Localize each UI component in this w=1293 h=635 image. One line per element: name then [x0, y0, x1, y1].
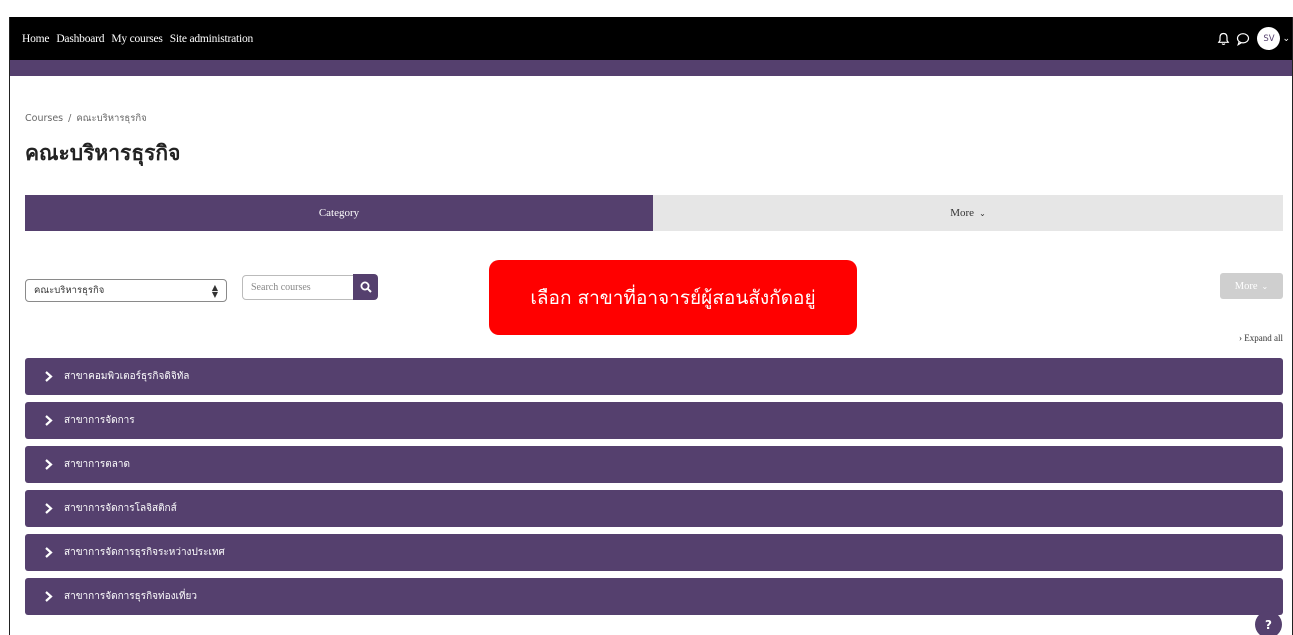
search-button[interactable]: [353, 274, 378, 300]
breadcrumb: Courses / คณะบริหารธุรกิจ: [25, 111, 147, 126]
category-row[interactable]: สาขาการตลาด: [25, 446, 1283, 483]
expand-all-link[interactable]: › Expand all: [1239, 333, 1283, 343]
chat-icon[interactable]: [1235, 31, 1251, 47]
instruction-callout: เลือก สาขาที่อาจารย์ผู้สอนสังกัดอยู่: [489, 260, 857, 335]
category-row[interactable]: สาขาการจัดการโลจิสติกส์: [25, 490, 1283, 527]
bell-icon[interactable]: [1215, 31, 1231, 47]
tab-more[interactable]: More ⌄: [653, 195, 1283, 231]
category-name: สาขาการตลาด: [64, 459, 130, 470]
expand-all-label: Expand all: [1244, 333, 1283, 343]
chevron-down-icon: ⌄: [979, 208, 986, 218]
breadcrumb-current: คณะบริหารธุรกิจ: [76, 113, 147, 124]
tab-more-label: More: [950, 207, 975, 219]
chevron-right-icon: [44, 415, 56, 426]
search-placeholder: Search courses: [251, 282, 311, 293]
avatar[interactable]: SV: [1257, 27, 1281, 50]
category-select[interactable]: คณะบริหารธุรกิจ ▲ ▼: [25, 279, 227, 302]
top-navbar: Home Dashboard My courses Site administr…: [10, 17, 1292, 60]
chevron-right-icon: [44, 591, 56, 602]
chevron-right-icon: [44, 503, 56, 514]
more-button-label: More: [1234, 280, 1258, 292]
user-menu-area: SV ⌄: [1215, 17, 1292, 60]
browser-frame: Home Dashboard My courses Site administr…: [9, 17, 1293, 635]
category-row[interactable]: สาขาการจัดการธุรกิจท่องเที่ยว: [25, 578, 1283, 615]
chevron-down-icon[interactable]: ⌄: [1282, 34, 1290, 44]
category-name: สาขาการจัดการธุรกิจระหว่างประเทศ: [64, 547, 225, 558]
chevron-right-icon: [44, 459, 56, 470]
page-title: คณะบริหารธุรกิจ: [25, 141, 181, 165]
category-row[interactable]: สาขาการจัดการ: [25, 402, 1283, 439]
nav-site-administration[interactable]: Site administration: [170, 33, 254, 45]
breadcrumb-separator: /: [68, 113, 72, 124]
category-name: สาขาการจัดการโลจิสติกส์: [64, 503, 177, 514]
more-button[interactable]: More ⌄: [1220, 273, 1283, 299]
category-name: สาขาคอมพิวเตอร์ธุรกิจดิจิทัล: [64, 371, 190, 382]
category-name: สาขาการจัดการ: [64, 415, 135, 426]
nav-home[interactable]: Home: [22, 33, 50, 45]
category-select-value: คณะบริหารธุรกิจ: [34, 285, 105, 296]
breadcrumb-courses[interactable]: Courses: [25, 113, 63, 124]
category-name: สาขาการจัดการธุรกิจท่องเที่ยว: [64, 591, 197, 602]
search-input[interactable]: Search courses: [242, 275, 354, 300]
header-accent-bar: [10, 60, 1292, 76]
secondary-navigation: Category More ⌄: [25, 195, 1283, 231]
nav-dashboard[interactable]: Dashboard: [56, 33, 104, 45]
select-arrows-icon: ▲ ▼: [211, 283, 218, 299]
chevron-right-icon: [44, 371, 56, 382]
nav-my-courses[interactable]: My courses: [111, 33, 163, 45]
category-row[interactable]: สาขาการจัดการธุรกิจระหว่างประเทศ: [25, 534, 1283, 571]
search-icon: [360, 281, 372, 293]
tab-category-label: Category: [318, 207, 360, 219]
chevron-right-icon: ›: [1239, 333, 1242, 343]
tab-category[interactable]: Category: [25, 195, 653, 231]
chevron-down-icon: ⌄: [1261, 281, 1269, 291]
chevron-right-icon: [44, 547, 56, 558]
category-row[interactable]: สาขาคอมพิวเตอร์ธุรกิจดิจิทัล: [25, 358, 1283, 395]
help-button[interactable]: ?: [1255, 611, 1282, 635]
category-list: สาขาคอมพิวเตอร์ธุรกิจดิจิทัล สาขาการจัดก…: [25, 358, 1283, 622]
